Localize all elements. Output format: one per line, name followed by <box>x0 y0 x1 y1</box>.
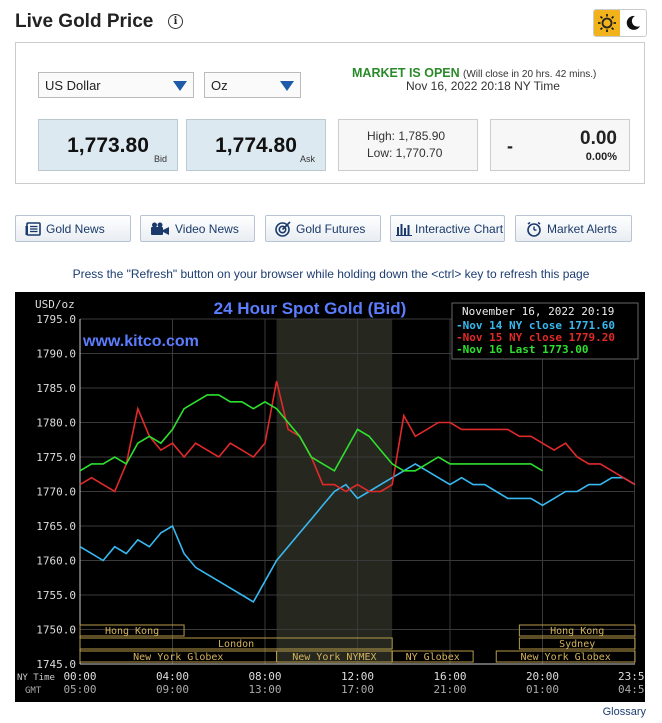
session-label: Sydney <box>559 639 595 650</box>
video-news-label: Video News <box>175 221 239 236</box>
moon-icon[interactable] <box>620 10 646 36</box>
x-tick-label-gmt: 13:00 <box>248 683 281 696</box>
sun-icon[interactable] <box>594 10 620 36</box>
alarm-clock-icon <box>527 221 541 237</box>
gold-price-chart: 1795.0 1790.0 1785.0 1780.0 1775.0 1770.0 1765… <box>15 292 651 702</box>
y-tick-label: 1780.0 <box>36 417 76 430</box>
change-percent: 0.00% <box>585 151 617 163</box>
x-row-label-gmt: GMT <box>25 686 42 696</box>
x-tick-label-ny: 00:00 <box>63 670 96 683</box>
market-alerts-button[interactable]: Market Alerts <box>515 215 632 242</box>
price-panel: US Dollar Oz MARKET IS OPEN (Will close … <box>15 42 645 184</box>
x-tick-label-ny: 04:00 <box>156 670 189 683</box>
session-label: NY Globex <box>406 652 460 663</box>
video-news-button[interactable]: Video News <box>140 215 255 242</box>
change-value: 0.00 <box>580 128 617 149</box>
currency-select[interactable]: US Dollar <box>38 72 194 98</box>
y-axis-label: USD/oz <box>35 298 75 311</box>
gold-news-button[interactable]: Gold News <box>15 215 131 242</box>
newspaper-icon <box>25 221 41 236</box>
gold-futures-button[interactable]: Gold Futures <box>265 215 381 242</box>
market-datetime: Nov 16, 2022 20:18 NY Time <box>406 79 560 93</box>
x-tick-label-ny: 16:00 <box>433 670 466 683</box>
y-tick-label: 1760.0 <box>36 555 76 568</box>
session-label: New York NYMEX <box>292 652 376 663</box>
legend-entry: -Nov 16 Last 1773.00 <box>456 343 588 356</box>
x-tick-label-gmt: 05:00 <box>63 683 96 696</box>
high-low-box: High: 1,785.90 Low: 1,770.70 <box>338 119 478 171</box>
glossary-link[interactable]: Glossary <box>603 706 646 718</box>
x-tick-label-gmt: 01:00 <box>526 683 559 696</box>
bid-label: Bid <box>153 154 167 164</box>
video-camera-icon <box>151 222 169 235</box>
y-tick-label: 1750.0 <box>36 624 76 637</box>
chevron-down-icon <box>280 81 294 91</box>
info-icon[interactable]: i <box>168 14 183 29</box>
gold-news-label: Gold News <box>46 221 105 236</box>
ask-box: 1,774.80 Ask <box>186 119 326 171</box>
chart-svg: 1795.0 1790.0 1785.0 1780.0 1775.0 1770.0 1765… <box>17 298 651 696</box>
market-open-label: MARKET IS OPEN <box>352 66 460 80</box>
bid-box: 1,773.80 Bid <box>38 119 178 171</box>
x-tick-label-gmt: 17:00 <box>341 683 374 696</box>
x-row-label-ny: NY Time <box>17 673 55 683</box>
gold-futures-label: Gold Futures <box>296 221 366 236</box>
page-title: Live Gold Price <box>15 11 154 32</box>
session-label: New York Globex <box>520 652 610 663</box>
x-tick-label-ny: 08:00 <box>248 670 281 683</box>
refresh-note: Press the "Refresh" button on your brows… <box>72 267 590 281</box>
interactive-chart-label: Interactive Chart <box>415 221 504 236</box>
y-tick-label: 1790.0 <box>36 348 76 361</box>
session-label: London <box>218 639 254 650</box>
x-tick-label-ny: 23:59 <box>618 670 645 683</box>
session-label: Hong Kong <box>105 626 159 637</box>
unit-select[interactable]: Oz <box>204 72 301 98</box>
interactive-chart-button[interactable]: Interactive Chart <box>390 215 505 242</box>
low-value: Low: 1,770.70 <box>367 146 443 160</box>
market-alerts-label: Market Alerts <box>547 221 618 236</box>
x-tick-label-gmt: 09:00 <box>156 683 189 696</box>
x-tick-label-ny: 12:00 <box>341 670 374 683</box>
y-tick-label: 1795.0 <box>36 313 76 326</box>
session-label: Hong Kong <box>550 626 604 637</box>
market-status: MARKET IS OPEN (Will close in 20 hrs. 42… <box>352 66 596 80</box>
target-icon <box>275 220 291 237</box>
chart-watermark: www.kitco.com <box>82 333 199 350</box>
y-tick-label: 1755.0 <box>36 589 76 602</box>
y-tick-label: 1785.0 <box>36 382 76 395</box>
change-sign: - <box>507 136 513 156</box>
theme-toggle[interactable] <box>593 9 647 37</box>
x-tick-label-ny: 20:00 <box>526 670 559 683</box>
y-tick-label: 1775.0 <box>36 451 76 464</box>
change-box: - 0.00 0.00% <box>490 119 630 171</box>
session-label: New York Globex <box>133 652 223 663</box>
high-value: High: 1,785.90 <box>367 129 446 143</box>
chart-date-label: November 16, 2022 20:19 <box>462 305 614 318</box>
y-tick-label: 1770.0 <box>36 486 76 499</box>
x-tick-label-gmt: 04:59 <box>618 683 645 696</box>
currency-value: US Dollar <box>45 78 101 93</box>
ask-label: Ask <box>299 154 315 164</box>
y-tick-label: 1765.0 <box>36 520 76 533</box>
chart-title: 24 Hour Spot Gold (Bid) <box>214 299 407 318</box>
unit-value: Oz <box>211 78 228 93</box>
chevron-down-icon <box>173 81 187 91</box>
x-tick-label-gmt: 21:00 <box>433 683 466 696</box>
bar-chart-icon <box>396 223 412 236</box>
